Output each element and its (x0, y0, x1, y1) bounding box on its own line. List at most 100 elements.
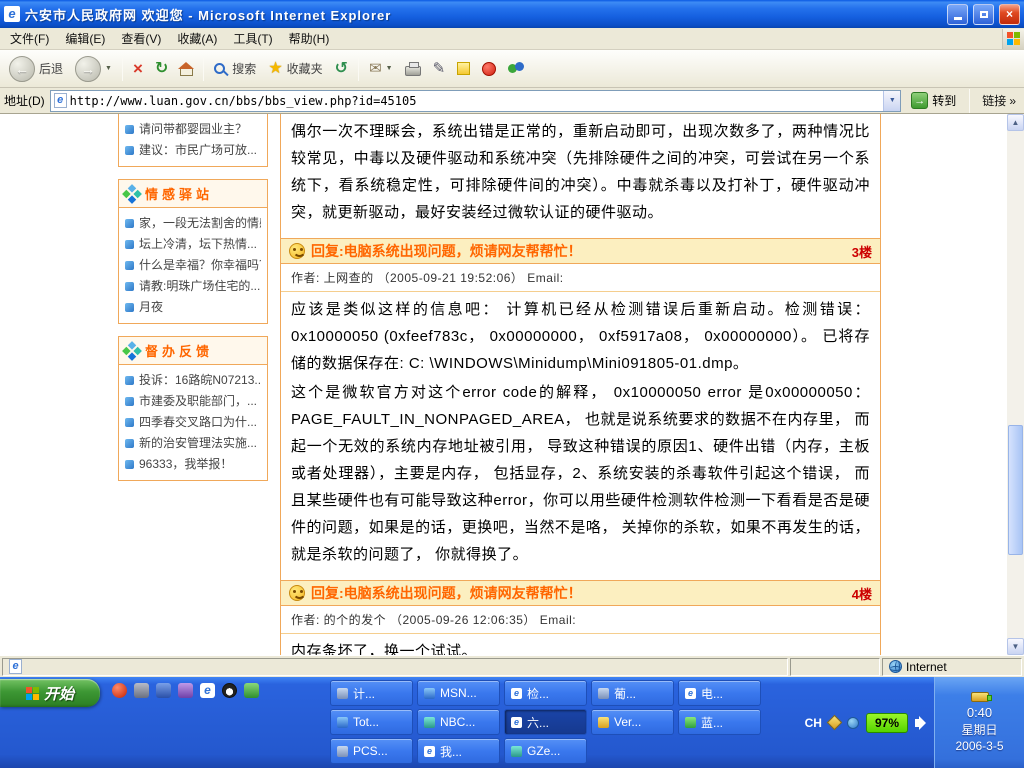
bullet-icon (125, 261, 134, 270)
mail-button[interactable]: ✉▼ (364, 59, 398, 78)
language-indicator[interactable]: CH (805, 716, 822, 730)
task-button[interactable]: Tot... (330, 709, 413, 735)
battery-level-indicator[interactable]: 97% (866, 713, 908, 733)
qq-icon (482, 62, 496, 76)
reply-author-line: 作者: 的个的发个 （2005-09-26 12:06:35） Email: (281, 606, 880, 634)
go-arrow-icon: → (911, 92, 928, 109)
menu-edit[interactable]: 编辑(E) (57, 27, 113, 50)
quick-launch-ie-icon[interactable]: e (200, 683, 215, 698)
status-zone-cell: Internet (882, 658, 1022, 676)
task-button[interactable]: e我... (417, 738, 500, 764)
sidebar-topic-link[interactable]: 新的治安管理法实施... (125, 433, 261, 454)
messenger-button[interactable] (503, 60, 529, 78)
task-button[interactable]: GZe... (504, 738, 587, 764)
task-button[interactable]: 蓝... (678, 709, 761, 735)
address-label: 地址(D) (4, 92, 45, 109)
task-button[interactable]: 计... (330, 680, 413, 706)
print-button[interactable] (400, 60, 426, 78)
history-button[interactable]: ↺ (330, 59, 353, 79)
quick-launch-icon[interactable] (134, 683, 149, 698)
quick-launch-icon[interactable] (178, 683, 193, 698)
back-button[interactable]: ← 后退 (4, 54, 68, 84)
reply-title: 回复:电脑系统出现问题，烦请网友帮帮忙！ (311, 241, 846, 261)
forward-button[interactable]: → ▼ (70, 54, 117, 84)
edit-icon: ✎ (433, 61, 446, 76)
search-button[interactable]: 搜索 (209, 58, 261, 79)
links-menu[interactable]: 链接 » (978, 92, 1020, 109)
reply-floor-badge: 3楼 (852, 242, 872, 261)
quick-launch-area: e (112, 683, 259, 698)
menu-view[interactable]: 查看(V) (113, 27, 169, 50)
address-input[interactable] (70, 94, 884, 108)
sidebar-topic-link[interactable]: 市建委及职能部门，... (125, 391, 261, 412)
quick-launch-qq-icon[interactable] (222, 683, 237, 698)
task-button[interactable]: Ver... (591, 709, 674, 735)
menu-bar: 文件(F) 编辑(E) 查看(V) 收藏(A) 工具(T) 帮助(H) (0, 28, 1024, 50)
close-button[interactable]: × (999, 4, 1020, 25)
tray-icon[interactable] (847, 717, 859, 729)
quick-launch-icon[interactable] (244, 683, 259, 698)
scroll-up-button[interactable]: ▲ (1007, 114, 1024, 131)
ie-window-icon: e (4, 6, 20, 22)
address-dropdown-icon[interactable]: ▼ (883, 91, 900, 111)
task-button[interactable]: e电... (678, 680, 761, 706)
sidebar-topic-link[interactable]: 请教:明珠广场住宅的... (125, 276, 261, 297)
sidebar: 请问带都婴园业主？ 建议：市民广场可放... 情感驿站 家，一段无法割舍的情感 … (118, 114, 268, 493)
vertical-scrollbar[interactable]: ▲ ▼ (1007, 114, 1024, 655)
back-label: 后退 (39, 60, 63, 77)
task-button-active[interactable]: e六... (504, 709, 587, 735)
tray-icon[interactable] (827, 715, 843, 731)
status-page-icon: e (9, 659, 22, 674)
discuss-button[interactable] (452, 60, 475, 77)
status-bar: e Internet (0, 655, 1024, 677)
scrollbar-thumb[interactable] (1008, 425, 1023, 555)
clock-weekday: 星期日 (961, 721, 997, 738)
forward-dropdown-icon[interactable]: ▼ (105, 65, 112, 72)
qq-button[interactable] (477, 60, 501, 78)
quick-launch-icon[interactable] (156, 683, 171, 698)
sidebar-topic-link[interactable]: 四季春交叉路口为什... (125, 412, 261, 433)
sidebar-topic-link[interactable]: 坛上冷清，坛下热情... (125, 234, 261, 255)
menu-file[interactable]: 文件(F) (2, 27, 57, 50)
toolbar: ← 后退 → ▼ × ↻ 搜索 ★ 收藏夹 ↺ ✉▼ ✎ (0, 50, 1024, 88)
start-button[interactable]: 开始 (0, 679, 100, 707)
maximize-button[interactable] (973, 4, 994, 25)
task-button[interactable]: PCS... (330, 738, 413, 764)
back-arrow-icon: ← (9, 56, 35, 82)
bullet-icon (125, 303, 134, 312)
home-button[interactable] (175, 59, 198, 78)
address-bar: 地址(D) e ▼ → 转到 链接 » (0, 88, 1024, 114)
refresh-icon: ↻ (155, 61, 168, 77)
menu-tools[interactable]: 工具(T) (225, 27, 280, 50)
sidebar-topic-link[interactable]: 家，一段无法割舍的情感 (125, 213, 261, 234)
links-chevron-icon: » (1009, 94, 1016, 108)
sidebar-topic-link[interactable]: 月夜 (125, 297, 261, 318)
scroll-down-button[interactable]: ▼ (1007, 638, 1024, 655)
reply-header: 回复:电脑系统出现问题，烦请网友帮帮忙！ 4楼 (281, 580, 880, 606)
sidebar-topic-link[interactable]: 96333，我举报！ (125, 454, 261, 475)
scrollbar-track[interactable] (1007, 131, 1024, 638)
go-label: 转到 (932, 92, 956, 109)
sidebar-topic-link[interactable]: 请问带都婴园业主？ (125, 119, 261, 140)
task-button[interactable]: 葡... (591, 680, 674, 706)
go-button[interactable]: → 转到 (906, 92, 961, 109)
reply-floor-badge: 4楼 (852, 584, 872, 603)
refresh-button[interactable]: ↻ (150, 59, 173, 79)
search-label: 搜索 (232, 60, 256, 77)
internet-zone-icon (889, 660, 902, 673)
task-button[interactable]: e检... (504, 680, 587, 706)
sidebar-topic-link[interactable]: 投诉：16路皖N07213... (125, 370, 261, 391)
menu-favorites[interactable]: 收藏(A) (169, 27, 225, 50)
edit-button[interactable]: ✎ (428, 59, 451, 78)
bullet-icon (125, 240, 134, 249)
menu-help[interactable]: 帮助(H) (281, 27, 338, 50)
stop-button[interactable]: × (128, 58, 148, 79)
volume-icon[interactable] (915, 719, 920, 727)
favorites-button[interactable]: ★ 收藏夹 (263, 58, 327, 79)
task-button[interactable]: NBC... (417, 709, 500, 735)
sidebar-topic-link[interactable]: 建议：市民广场可放... (125, 140, 261, 161)
minimize-button[interactable] (947, 4, 968, 25)
sidebar-topic-link[interactable]: 什么是幸福？你幸福吗？ (125, 255, 261, 276)
quick-launch-icon[interactable] (112, 683, 127, 698)
task-button[interactable]: MSN... (417, 680, 500, 706)
